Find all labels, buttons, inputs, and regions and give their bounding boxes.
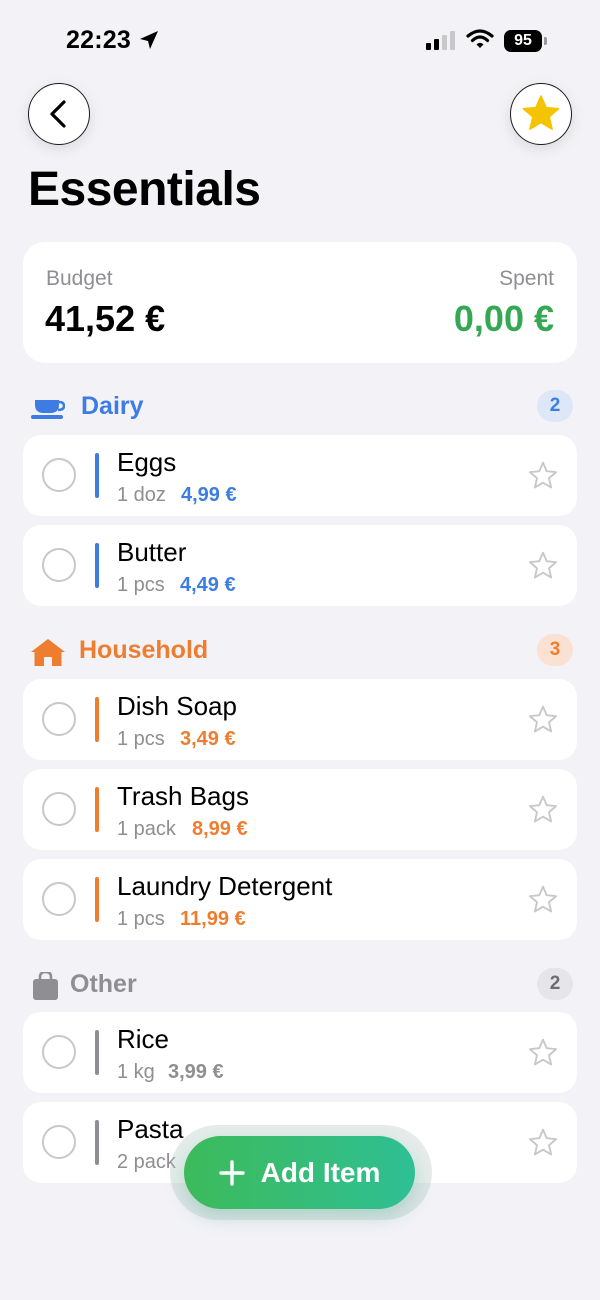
section-title-household: Household (79, 636, 209, 664)
item-checkbox[interactable] (42, 1035, 76, 1069)
list-item[interactable]: Eggs 1 doz 4,99 € (23, 435, 577, 516)
star-outline-icon[interactable] (527, 794, 559, 826)
star-outline-icon[interactable] (527, 460, 559, 492)
section-header-dairy[interactable]: Dairy 2 (23, 390, 577, 426)
star-outline-icon[interactable] (527, 1127, 559, 1159)
item-quantity: 1 pcs (117, 728, 165, 750)
category-color-bar (95, 787, 99, 832)
house-icon (31, 639, 65, 666)
category-color-bar (95, 697, 99, 742)
section-count-dairy: 2 (537, 390, 573, 422)
item-checkbox[interactable] (42, 1125, 76, 1159)
star-outline-icon[interactable] (527, 884, 559, 916)
item-price: 11,99 € (180, 908, 246, 930)
battery-tip (544, 37, 547, 45)
star-outline-icon[interactable] (527, 1037, 559, 1069)
favorite-button[interactable] (510, 83, 572, 145)
status-time: 22:23 (66, 26, 131, 54)
plus-icon (218, 1159, 245, 1186)
item-name: Eggs (117, 447, 177, 477)
item-quantity: 1 kg (117, 1061, 155, 1083)
budget-card: Budget 41,52 € Spent 0,00 € (23, 242, 577, 363)
add-item-label: Add Item (260, 1156, 381, 1188)
section-title-dairy: Dairy (81, 392, 144, 420)
item-checkbox[interactable] (42, 882, 76, 916)
section-title-other: Other (70, 970, 137, 998)
item-quantity: 1 pcs (117, 908, 165, 930)
item-price: 8,99 € (192, 818, 248, 840)
location-arrow-icon (140, 31, 158, 49)
back-button[interactable] (28, 83, 90, 145)
list-item[interactable]: Laundry Detergent 1 pcs 11,99 € (23, 859, 577, 940)
item-checkbox[interactable] (42, 792, 76, 826)
star-outline-icon[interactable] (527, 704, 559, 736)
list-item[interactable]: Dish Soap 1 pcs 3,49 € (23, 679, 577, 760)
item-price: 4,49 € (180, 574, 236, 596)
battery-level: 95 (504, 30, 542, 52)
chevron-left-icon (50, 100, 66, 128)
list-item[interactable]: Rice 1 kg 3,99 € (23, 1012, 577, 1093)
spent-value: 0,00 € (453, 298, 554, 339)
item-name: Trash Bags (117, 781, 249, 811)
cup-icon (31, 400, 65, 419)
item-name: Pasta (117, 1114, 184, 1144)
item-name: Laundry Detergent (117, 871, 333, 901)
wifi-icon (466, 29, 494, 48)
category-color-bar (95, 1030, 99, 1075)
page-title: Essentials (28, 163, 261, 216)
list-item[interactable]: Trash Bags 1 pack 8,99 € (23, 769, 577, 850)
item-checkbox[interactable] (42, 548, 76, 582)
item-price: 4,99 € (181, 484, 237, 506)
spent-label: Spent (499, 267, 554, 290)
category-color-bar (95, 453, 99, 498)
battery-indicator: 95 (504, 30, 548, 52)
item-price: 3,49 € (180, 728, 236, 750)
budget-value: 41,52 € (45, 298, 166, 339)
category-color-bar (95, 543, 99, 588)
item-quantity: 1 doz (117, 484, 166, 506)
category-color-bar (95, 1120, 99, 1165)
item-quantity: 1 pack (117, 818, 176, 840)
section-count-household: 3 (537, 634, 573, 666)
section-count-other: 2 (537, 968, 573, 1000)
budget-label: Budget (46, 267, 113, 290)
list-item[interactable]: Butter 1 pcs 4,49 € (23, 525, 577, 606)
item-checkbox[interactable] (42, 702, 76, 736)
item-quantity: 1 pcs (117, 574, 165, 596)
item-quantity: 2 pack (117, 1151, 176, 1173)
star-outline-icon[interactable] (527, 550, 559, 582)
item-name: Dish Soap (117, 691, 237, 721)
item-name: Rice (117, 1024, 170, 1054)
section-header-household[interactable]: Household 3 (23, 634, 577, 670)
item-price: 3,99 € (168, 1061, 224, 1083)
add-item-button[interactable]: Add Item (184, 1136, 415, 1209)
item-name: Butter (117, 537, 187, 567)
item-checkbox[interactable] (42, 458, 76, 492)
category-color-bar (95, 877, 99, 922)
status-bar: 22:23 95 (0, 0, 600, 80)
bag-icon (33, 972, 58, 1000)
section-header-other[interactable]: Other 2 (23, 968, 577, 1004)
star-filled-icon (522, 95, 560, 130)
cellular-signal-icon (426, 31, 455, 50)
